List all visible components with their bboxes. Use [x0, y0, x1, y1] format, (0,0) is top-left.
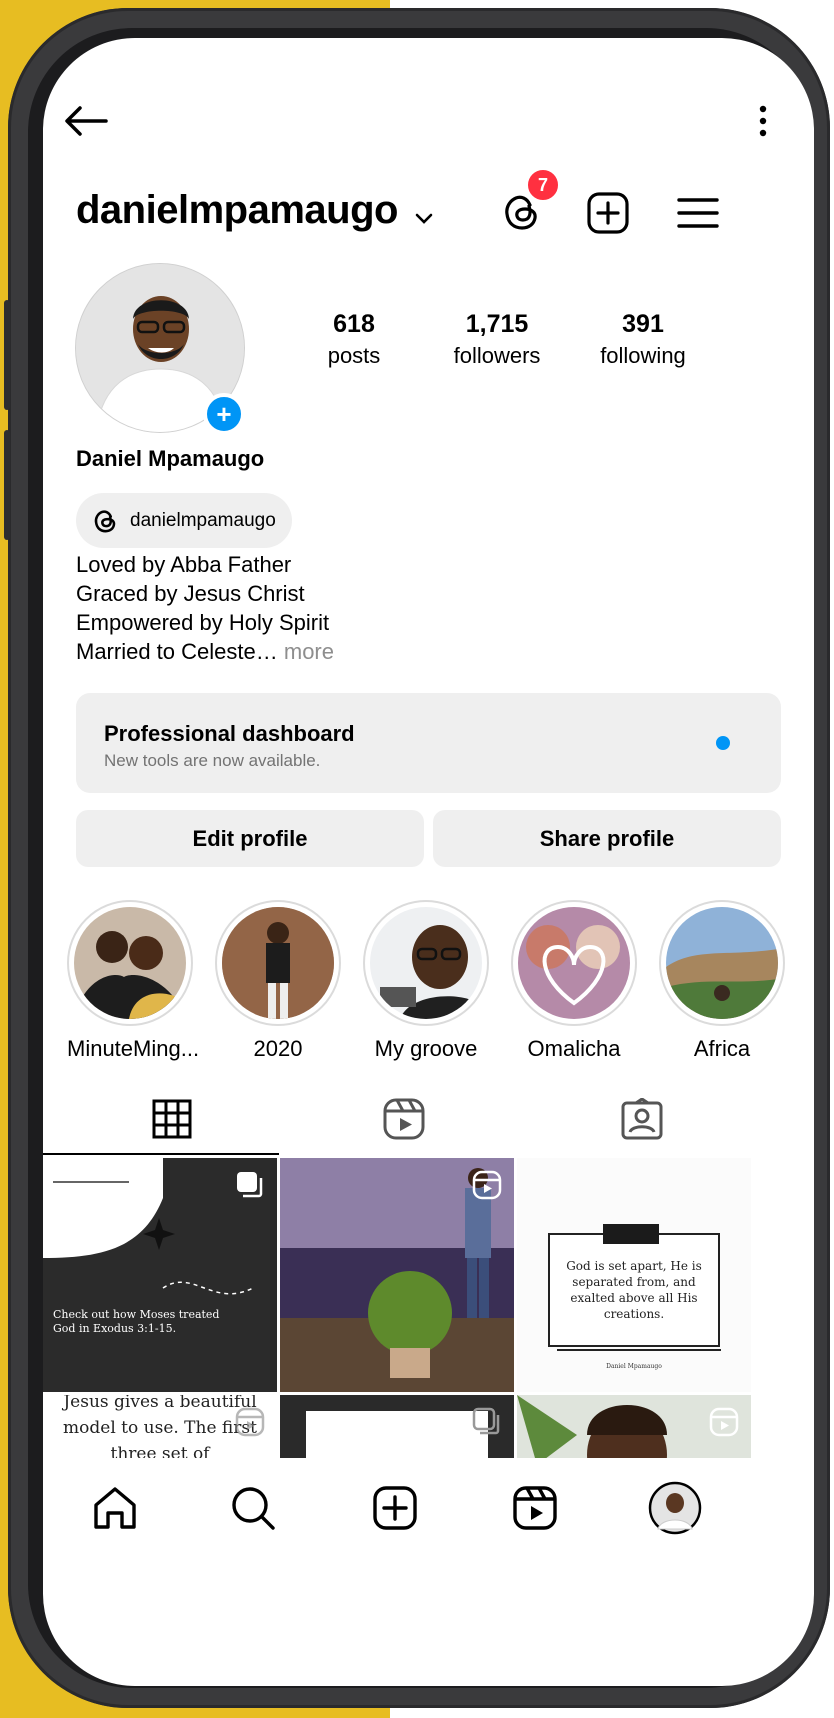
volume-up-button: [4, 300, 10, 410]
highlight-label: MinuteMing...: [67, 1036, 200, 1061]
highlight-ring: [659, 900, 785, 1026]
new-indicator-dot: [716, 736, 730, 750]
home-icon[interactable]: [85, 1478, 145, 1538]
bio-more-link[interactable]: more: [284, 639, 334, 664]
threads-profile-link[interactable]: danielmpamaugo: [76, 493, 292, 548]
share-profile-button[interactable]: Share profile: [433, 810, 781, 867]
profile-tabs: [43, 1083, 814, 1155]
more-options-icon[interactable]: [743, 96, 783, 146]
dashboard-title: Professional dashboard: [104, 721, 355, 746]
post-caption: Check out how Moses treated God in Exodu…: [53, 1308, 220, 1335]
bottom-navigation: [43, 1458, 814, 1578]
highlight-label: My groove: [374, 1036, 478, 1061]
tagged-icon: [621, 1098, 662, 1140]
post-quote: God is set apart, He is separated from, …: [566, 1259, 702, 1321]
stat-posts-label: posts: [327, 343, 381, 368]
bio-line: Graced by Jesus Christ: [76, 581, 305, 606]
chevron-down-icon: [415, 190, 433, 235]
highlight-image: [222, 907, 334, 1019]
create-icon[interactable]: [365, 1478, 425, 1538]
bio-line: Loved by Abba Father: [76, 552, 292, 577]
post-tile[interactable]: God is set apart, He is separated from, …: [517, 1158, 751, 1392]
bio-last-line: Married to Celeste…: [76, 639, 278, 664]
stat-followers-value: 1,715: [465, 310, 529, 338]
reel-icon: [709, 1407, 739, 1442]
edit-profile-button[interactable]: Edit profile: [76, 810, 424, 867]
full-name: Daniel Mpamaugo: [76, 446, 265, 471]
post-tile[interactable]: Check out how Moses treated God in Exodu…: [43, 1158, 277, 1392]
highlight-item[interactable]: MinuteMing...: [67, 900, 200, 1062]
bio-line: Married to Celeste… more: [76, 637, 334, 666]
add-story-button[interactable]: +: [203, 393, 245, 435]
reel-icon: [472, 1170, 502, 1205]
highlight-item[interactable]: 2020: [215, 900, 341, 1062]
reels-icon: [383, 1098, 424, 1140]
stat-following[interactable]: 391 following: [563, 310, 723, 369]
highlight-image: [518, 907, 630, 1019]
highlight-label: 2020: [253, 1036, 303, 1061]
stat-followers[interactable]: 1,715 followers: [417, 310, 577, 369]
stat-followers-label: followers: [453, 343, 541, 368]
threads-logo-icon: [92, 507, 118, 535]
stat-posts-value: 618: [333, 310, 375, 338]
bio: Loved by Abba Father Graced by Jesus Chr…: [76, 550, 334, 666]
highlight-item[interactable]: My groove: [363, 900, 489, 1062]
bio-line: Empowered by Holy Spirit: [76, 610, 330, 635]
carousel-icon: [472, 1407, 502, 1442]
highlight-ring: [67, 900, 193, 1026]
tab-reels[interactable]: [275, 1083, 532, 1155]
profile-avatar-nav[interactable]: [645, 1478, 705, 1538]
highlight-ring: [511, 900, 637, 1026]
highlight-image: [666, 907, 778, 1019]
carousel-icon: [235, 1170, 265, 1205]
post-tile[interactable]: [280, 1158, 514, 1392]
profile-header: danielmpamaugo 7: [43, 168, 814, 248]
highlight-item[interactable]: Omalicha: [511, 900, 637, 1062]
highlight-label: Omalicha: [527, 1036, 621, 1061]
plus-icon: +: [216, 399, 232, 429]
stat-following-value: 391: [622, 310, 664, 338]
create-post-icon[interactable]: [583, 188, 633, 238]
top-bar: [43, 88, 814, 148]
username-switcher[interactable]: danielmpamaugo: [76, 188, 433, 235]
threads-handle: danielmpamaugo: [130, 509, 276, 531]
tab-posts-grid[interactable]: [43, 1083, 300, 1155]
menu-icon[interactable]: [673, 188, 723, 238]
dashboard-subtitle: New tools are now available.: [104, 751, 321, 770]
volume-down-button: [4, 430, 10, 540]
professional-dashboard[interactable]: Professional dashboard New tools are now…: [76, 693, 781, 793]
highlight-ring: [215, 900, 341, 1026]
post-signature: Daniel Mpamaugo: [606, 1363, 662, 1370]
phone-screen: danielmpamaugo 7 + 618 posts 1,715 follo…: [43, 38, 814, 1686]
reels-nav-icon[interactable]: [505, 1478, 565, 1538]
stat-posts[interactable]: 618 posts: [274, 310, 434, 369]
highlight-ring: [363, 900, 489, 1026]
active-tab-indicator: [43, 1153, 279, 1155]
reel-icon: [235, 1407, 265, 1442]
highlight-image: [74, 907, 186, 1019]
tab-tagged[interactable]: [513, 1083, 770, 1155]
grid-icon: [152, 1099, 191, 1139]
stat-following-label: following: [600, 343, 686, 368]
search-icon[interactable]: [223, 1478, 283, 1538]
username-label: danielmpamaugo: [76, 188, 398, 232]
threads-notification-badge: 7: [526, 168, 560, 202]
back-arrow-icon[interactable]: [61, 96, 111, 146]
highlight-image: [370, 907, 482, 1019]
highlight-item[interactable]: Africa: [659, 900, 785, 1062]
highlight-label: Africa: [693, 1036, 751, 1061]
